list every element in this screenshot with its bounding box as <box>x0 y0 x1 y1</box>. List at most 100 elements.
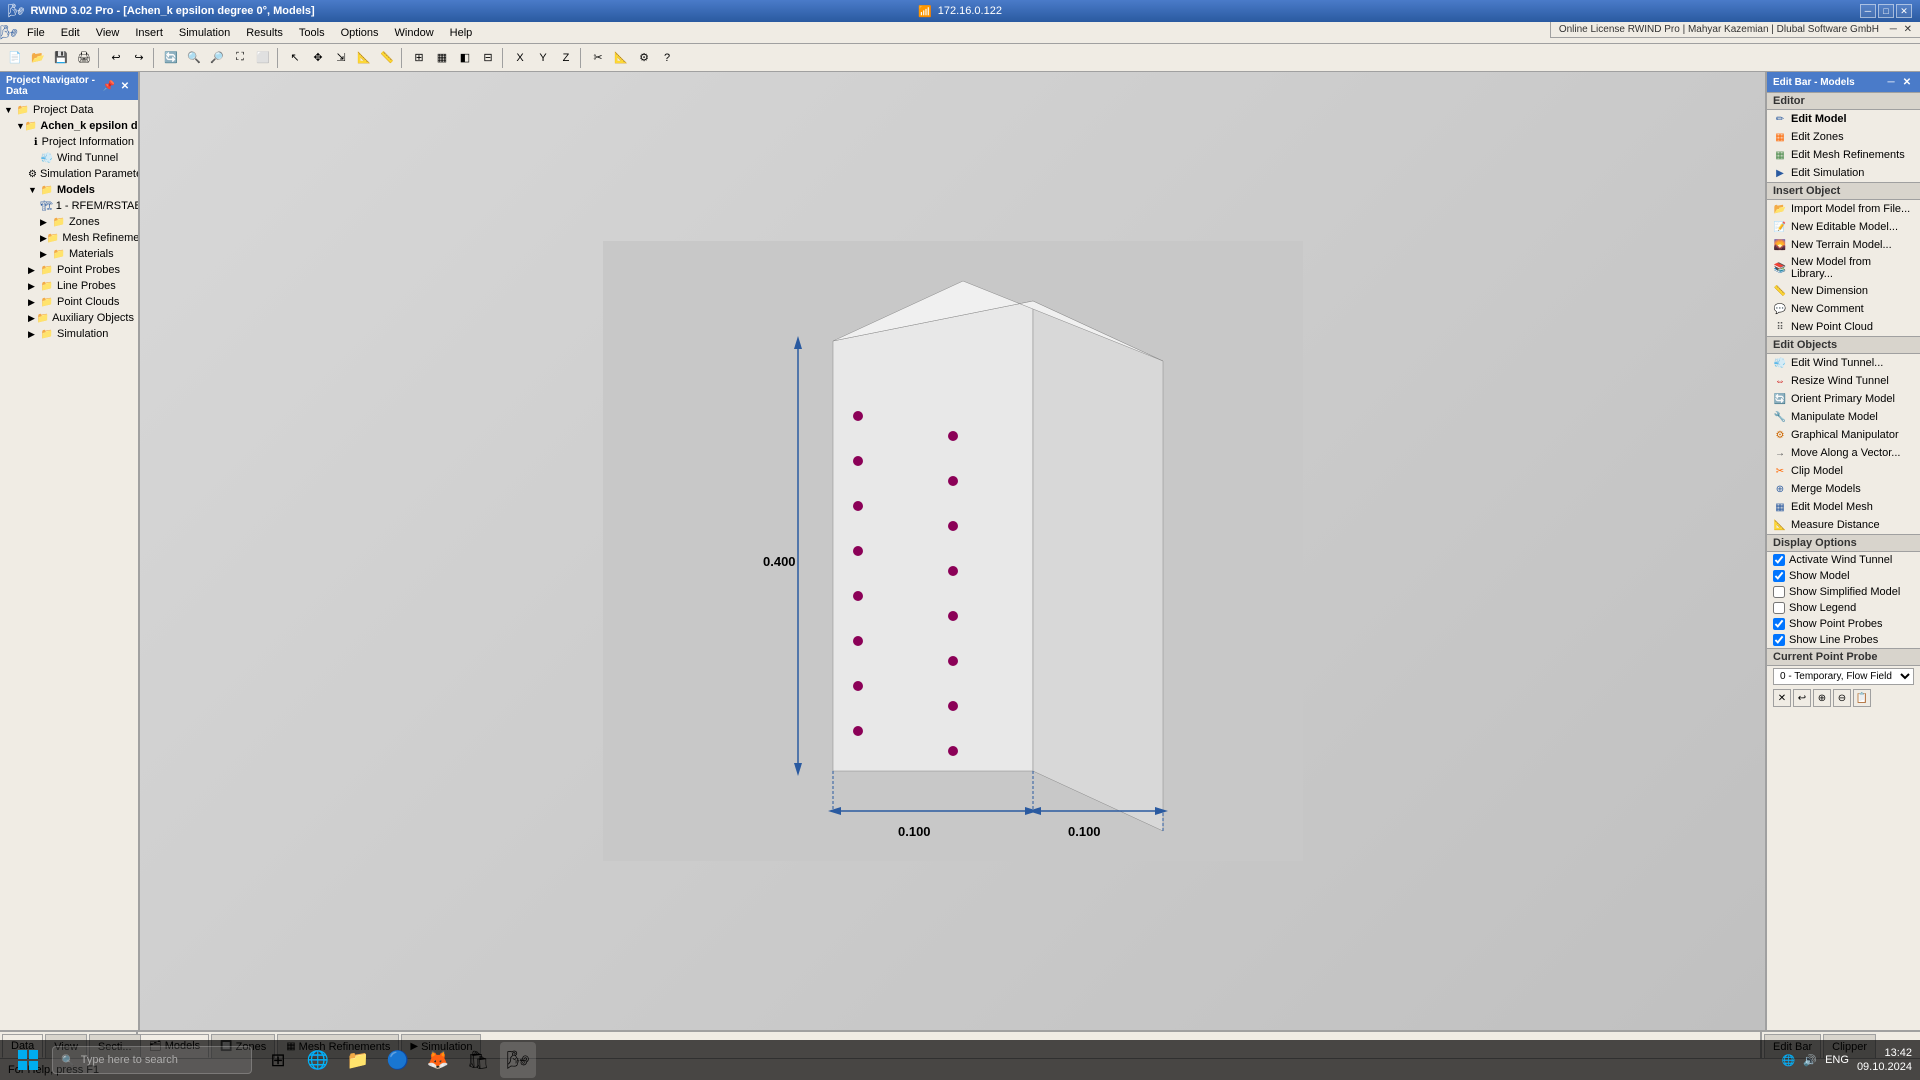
expand-point-clouds[interactable]: ▶ <box>28 297 40 308</box>
expand-simulation[interactable]: ▶ <box>28 329 40 340</box>
toolbar-move[interactable]: ✥ <box>307 47 329 69</box>
expand-zones[interactable]: ▶ <box>40 217 52 228</box>
tree-wind-tunnel[interactable]: 💨 Wind Tunnel <box>24 150 138 166</box>
probe-reset-btn[interactable]: ↩ <box>1793 689 1811 707</box>
license-minimize[interactable]: ─ <box>1890 24 1897 35</box>
toolbar-rotate[interactable]: 🔄 <box>160 47 182 69</box>
menu-view[interactable]: View <box>88 25 128 41</box>
toolbar-fit[interactable]: ⛶ <box>229 47 251 69</box>
license-close[interactable]: ✕ <box>1904 24 1912 35</box>
toolbar-undo[interactable]: ↩ <box>105 47 127 69</box>
probe-add-btn[interactable]: ⊕ <box>1813 689 1831 707</box>
expand-materials[interactable]: ▶ <box>40 249 52 260</box>
panel-close[interactable]: ✕ <box>118 79 132 93</box>
menu-file[interactable]: File <box>19 25 53 41</box>
toolbar-axis-x[interactable]: X <box>509 47 531 69</box>
activate-wind-tunnel-checkbox[interactable] <box>1773 554 1785 566</box>
new-terrain-item[interactable]: 🌄 New Terrain Model... <box>1767 236 1920 254</box>
taskbar-app-rwind[interactable]: 🌬 <box>500 1042 536 1078</box>
toolbar-b1[interactable]: 📐 <box>353 47 375 69</box>
edit-model-item[interactable]: ✏ Edit Model <box>1767 110 1920 128</box>
menu-help[interactable]: Help <box>442 25 481 41</box>
show-line-probes-checkbox[interactable] <box>1773 634 1785 646</box>
menu-insert[interactable]: Insert <box>127 25 171 41</box>
taskbar-app-explorer[interactable]: 📁 <box>340 1042 376 1078</box>
show-model-option[interactable]: Show Model <box>1767 568 1920 584</box>
tree-point-probes[interactable]: ▶ 📁 Point Probes <box>24 262 138 278</box>
manipulate-model-item[interactable]: 🔧 Manipulate Model <box>1767 408 1920 426</box>
show-point-probes-checkbox[interactable] <box>1773 618 1785 630</box>
right-panel-close[interactable]: ✕ <box>1900 75 1914 89</box>
show-line-probes-option[interactable]: Show Line Probes <box>1767 632 1920 648</box>
toolbar-help[interactable]: ? <box>656 47 678 69</box>
tree-project-info[interactable]: ℹ Project Information <box>24 134 138 150</box>
new-dimension-item[interactable]: 📏 New Dimension <box>1767 282 1920 300</box>
orient-primary-item[interactable]: 🔄 Orient Primary Model <box>1767 390 1920 408</box>
toolbar-view1[interactable]: ⊞ <box>408 47 430 69</box>
import-model-item[interactable]: 📂 Import Model from File... <box>1767 200 1920 218</box>
edit-wind-tunnel-item[interactable]: 💨 Edit Wind Tunnel... <box>1767 354 1920 372</box>
taskbar-app-firefox[interactable]: 🦊 <box>420 1042 456 1078</box>
taskbar-app-chrome[interactable]: 🔵 <box>380 1042 416 1078</box>
expand-aux[interactable]: ▶ <box>28 313 37 324</box>
merge-models-item[interactable]: ⊕ Merge Models <box>1767 480 1920 498</box>
toolbar-print[interactable]: 🖨 <box>73 47 95 69</box>
tree-materials[interactable]: ▶ 📁 Materials <box>36 246 138 262</box>
start-button[interactable] <box>8 1040 48 1080</box>
current-point-probe-select[interactable]: 0 - Temporary, Flow Field <box>1773 668 1914 685</box>
probe-copy-btn[interactable]: 📋 <box>1853 689 1871 707</box>
tree-line-probes[interactable]: ▶ 📁 Line Probes <box>24 278 138 294</box>
expand-point-probes[interactable]: ▶ <box>28 265 40 276</box>
toolbar-zoom-out[interactable]: 🔎 <box>206 47 228 69</box>
menu-window[interactable]: Window <box>387 25 442 41</box>
edit-zones-item[interactable]: ▦ Edit Zones <box>1767 128 1920 146</box>
edit-model-mesh-item[interactable]: ▦ Edit Model Mesh <box>1767 498 1920 516</box>
toolbar-axis-z[interactable]: Z <box>555 47 577 69</box>
toolbar-measure[interactable]: 📐 <box>610 47 632 69</box>
probe-delete-btn[interactable]: ✕ <box>1773 689 1791 707</box>
measure-distance-item[interactable]: 📐 Measure Distance <box>1767 516 1920 534</box>
toolbar-scale[interactable]: ⇲ <box>330 47 352 69</box>
new-comment-item[interactable]: 💬 New Comment <box>1767 300 1920 318</box>
tree-simulation[interactable]: ▶ 📁 Simulation <box>24 326 138 342</box>
maximize-button[interactable]: □ <box>1878 4 1894 18</box>
toolbar-view2[interactable]: ▦ <box>431 47 453 69</box>
toolbar-wireframe[interactable]: ⬜ <box>252 47 274 69</box>
panel-pin[interactable]: 📌 <box>102 79 116 93</box>
expand-achen[interactable]: ▼ <box>16 121 25 131</box>
toolbar-clip[interactable]: ✂ <box>587 47 609 69</box>
tree-sim-params[interactable]: ⚙ Simulation Parameters <box>24 166 138 182</box>
expand-line-probes[interactable]: ▶ <box>28 281 40 292</box>
tree-aux-objects[interactable]: ▶ 📁 Auxiliary Objects <box>24 310 138 326</box>
new-point-cloud-item[interactable]: ⠿ New Point Cloud <box>1767 318 1920 336</box>
menu-tools[interactable]: Tools <box>291 25 333 41</box>
menu-simulation[interactable]: Simulation <box>171 25 238 41</box>
new-editable-item[interactable]: 📝 New Editable Model... <box>1767 218 1920 236</box>
toolbar-zoom-in[interactable]: 🔍 <box>183 47 205 69</box>
minimize-button[interactable]: ─ <box>1860 4 1876 18</box>
taskbar-search[interactable]: 🔍 Type here to search <box>52 1046 252 1074</box>
move-along-vector-item[interactable]: → Move Along a Vector... <box>1767 444 1920 462</box>
show-point-probes-option[interactable]: Show Point Probes <box>1767 616 1920 632</box>
resize-wind-tunnel-item[interactable]: ⇔ Resize Wind Tunnel <box>1767 372 1920 390</box>
toolbar-view4[interactable]: ⊟ <box>477 47 499 69</box>
show-legend-checkbox[interactable] <box>1773 602 1785 614</box>
show-simplified-option[interactable]: Show Simplified Model <box>1767 584 1920 600</box>
expand-mesh[interactable]: ▶ <box>40 233 47 244</box>
toolbar-open[interactable]: 📂 <box>27 47 49 69</box>
right-panel-pin[interactable]: ─ <box>1884 75 1898 89</box>
menu-options[interactable]: Options <box>333 25 387 41</box>
tree-models[interactable]: ▼ 📁 Models <box>24 182 138 198</box>
menu-edit[interactable]: Edit <box>53 25 88 41</box>
edit-mesh-item[interactable]: ▦ Edit Mesh Refinements <box>1767 146 1920 164</box>
toolbar-axis-y[interactable]: Y <box>532 47 554 69</box>
taskbar-app-store[interactable]: 🛍 <box>460 1042 496 1078</box>
toolbar-save[interactable]: 💾 <box>50 47 72 69</box>
taskbar-app-task-view[interactable]: ⊞ <box>260 1042 296 1078</box>
toolbar-select[interactable]: ↖ <box>284 47 306 69</box>
clip-model-item[interactable]: ✂ Clip Model <box>1767 462 1920 480</box>
new-library-item[interactable]: 📚 New Model from Library... <box>1767 254 1920 282</box>
activate-wind-tunnel-option[interactable]: Activate Wind Tunnel <box>1767 552 1920 568</box>
toolbar-settings[interactable]: ⚙ <box>633 47 655 69</box>
toolbar-view3[interactable]: ◧ <box>454 47 476 69</box>
